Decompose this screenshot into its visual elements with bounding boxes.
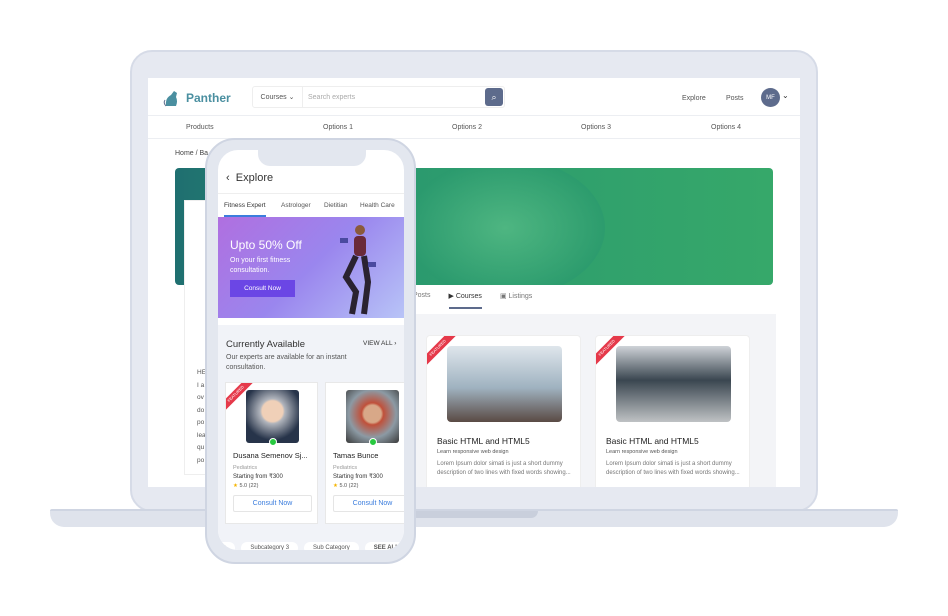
- back-icon[interactable]: ‹: [226, 172, 230, 184]
- expert-card[interactable]: FEATURED Dusana Semenov Sj... Pediatrics…: [225, 382, 318, 524]
- menu-options-3[interactable]: Options 3: [581, 124, 611, 131]
- course-title: Basic HTML and HTML5: [606, 436, 699, 446]
- logo[interactable]: Panther: [162, 88, 231, 108]
- expert-photo: [346, 390, 399, 443]
- star-icon: ★: [233, 483, 238, 489]
- chip[interactable]: Subcategory 3: [241, 542, 299, 550]
- chevron-down-icon: ⌄: [288, 94, 295, 101]
- brand-name: Panther: [186, 91, 231, 105]
- menu-bar: Products Options 1 Options 2 Options 3 O…: [148, 117, 800, 139]
- chip[interactable]: Sub Category: [304, 542, 359, 550]
- promo-headline: Upto 50% Off: [230, 238, 302, 252]
- expert-name: Dusana Semenov Sj...: [233, 451, 308, 460]
- tab-health-care[interactable]: Health Care: [360, 202, 395, 209]
- course-subtitle: Learn responsive web design: [437, 449, 509, 455]
- course-card[interactable]: FEATURED Basic HTML and HTML5 Learn resp…: [426, 335, 581, 487]
- consult-now-button[interactable]: Consult Now: [233, 495, 312, 512]
- online-indicator: [269, 438, 277, 446]
- menu-options-4[interactable]: Options 4: [711, 124, 741, 131]
- panther-logo-icon: [163, 91, 177, 107]
- expert-photo: [246, 390, 299, 443]
- expert-name: Tamas Bunce: [333, 451, 379, 460]
- subcategory-chips: ass Subcategory 3 Sub Category SEE ALL: [218, 542, 404, 550]
- phone-screen: ‹ Explore Fitness Expert Astrologer Diet…: [218, 150, 404, 550]
- breadcrumb[interactable]: Home / Ba: [175, 150, 208, 157]
- view-all-link[interactable]: VIEW ALL ›: [363, 340, 396, 347]
- course-description: Lorem Ipsum dolor simati is just a short…: [437, 461, 571, 476]
- cover-photo: [405, 168, 605, 285]
- page-title: Explore: [235, 172, 274, 184]
- chip[interactable]: ass: [218, 542, 236, 550]
- nav-explore[interactable]: Explore: [682, 95, 706, 102]
- course-description: Lorem Ipsum dolor simati is just a short…: [606, 461, 740, 476]
- menu-products[interactable]: Products: [186, 124, 214, 131]
- expert-price: Starting from ₹300: [233, 474, 283, 480]
- explore-header: ‹ Explore: [226, 172, 273, 184]
- star-icon: ★: [333, 483, 338, 489]
- section-subtitle: Our experts are available for an instant…: [226, 354, 347, 371]
- online-indicator: [369, 438, 377, 446]
- course-image: [616, 346, 731, 422]
- course-subtitle: Learn responsive web design: [606, 449, 678, 455]
- search-bar: Courses ⌄ Search experts ⌕: [252, 86, 505, 108]
- expert-specialty: Pediatrics: [233, 465, 258, 471]
- see-all-chip[interactable]: SEE ALL: [364, 542, 404, 550]
- tab-courses[interactable]: ▶ Courses: [448, 292, 482, 309]
- promo-banner: Upto 50% Off On your first fitness consu…: [218, 217, 404, 318]
- tab-fitness-expert[interactable]: Fitness Expert: [224, 202, 266, 217]
- avatar[interactable]: MF: [761, 88, 780, 107]
- expert-card[interactable]: Tamas Bunce Pediatrics Starting from ₹30…: [325, 382, 404, 524]
- course-image: [447, 346, 562, 422]
- category-tabs: Fitness Expert Astrologer Dietitian Heal…: [218, 193, 404, 217]
- laptop-base: [50, 509, 898, 527]
- course-title: Basic HTML and HTML5: [437, 436, 530, 446]
- tab-astrologer[interactable]: Astrologer: [281, 202, 311, 209]
- search-button[interactable]: ⌕: [485, 88, 503, 106]
- course-card[interactable]: FEATURED Basic HTML and HTML5 Learn resp…: [595, 335, 750, 487]
- search-input[interactable]: Search experts: [303, 87, 484, 107]
- expert-rating: ★ 5.0 (22): [333, 483, 359, 489]
- consult-now-button[interactable]: Consult Now: [333, 495, 404, 512]
- menu-options-2[interactable]: Options 2: [452, 124, 482, 131]
- tab-listings[interactable]: ▣ Listings: [500, 292, 532, 309]
- listing-icon: ▣: [499, 293, 507, 300]
- chevron-down-icon[interactable]: ⌄: [782, 91, 789, 100]
- fitness-woman-image: [340, 225, 376, 315]
- profile-tabs: Posts ▶ Courses ▣ Listings: [413, 292, 532, 309]
- header: Panther Courses ⌄ Search experts ⌕ Explo…: [148, 78, 800, 116]
- tab-dietitian[interactable]: Dietitian: [324, 202, 347, 209]
- expert-price: Starting from ₹300: [333, 474, 383, 480]
- consult-now-button[interactable]: Consult Now: [230, 280, 295, 297]
- play-icon: ▶: [448, 293, 454, 300]
- nav-posts[interactable]: Posts: [726, 95, 744, 102]
- promo-subtext: On your first fitness consultation.: [230, 257, 291, 274]
- search-icon: ⌕: [491, 91, 497, 102]
- expert-specialty: Pediatrics: [333, 465, 358, 471]
- category-label: Courses: [260, 93, 287, 101]
- section-title: Currently Available: [226, 339, 306, 350]
- expert-rating: ★ 5.0 (22): [233, 483, 259, 489]
- phone-notch: [258, 150, 366, 166]
- chevron-right-icon: ›: [394, 340, 397, 347]
- category-select[interactable]: Courses ⌄: [253, 87, 303, 107]
- menu-options-1[interactable]: Options 1: [323, 124, 353, 131]
